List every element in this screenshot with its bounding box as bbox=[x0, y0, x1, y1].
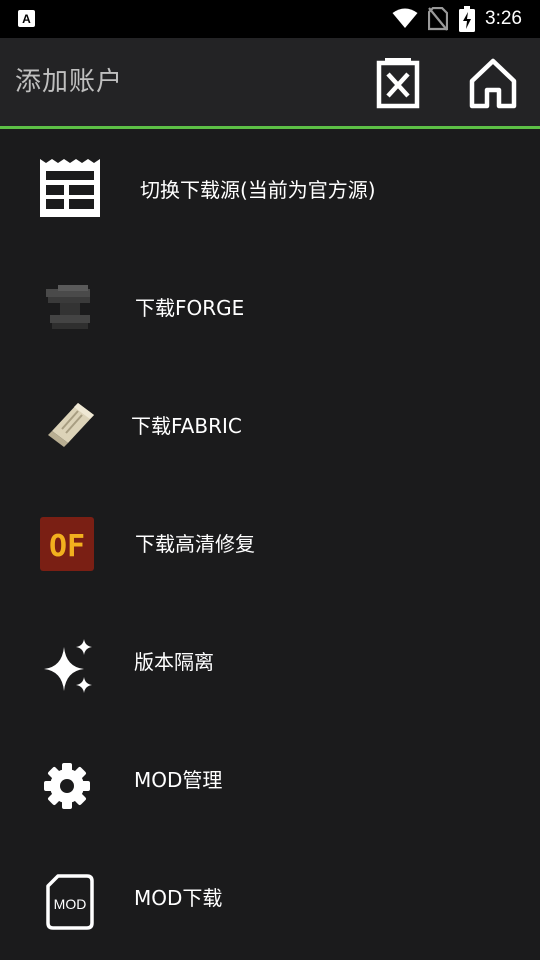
battery-charging-icon bbox=[459, 6, 475, 32]
menu-item-label: 切换下载源(当前为官方源) bbox=[140, 178, 376, 202]
optifine-icon-text: OF bbox=[49, 529, 85, 564]
sparkle-icon bbox=[44, 639, 92, 693]
delete-icon bbox=[376, 58, 420, 109]
menu-item-switch-source[interactable]: 切换下载源(当前为官方源) bbox=[0, 129, 540, 247]
wifi-icon bbox=[392, 8, 418, 28]
menu-item-download-optifine[interactable]: OF 下载高清修复 bbox=[0, 483, 540, 601]
menu-item-label: 版本隔离 bbox=[134, 650, 214, 674]
menu-item-label: MOD下载 bbox=[134, 886, 223, 910]
menu-item-version-isolation[interactable]: 版本隔离 bbox=[0, 601, 540, 719]
menu-item-label: 下载高清修复 bbox=[135, 532, 255, 556]
mod-file-icon: MOD bbox=[46, 874, 94, 930]
news-icon bbox=[40, 159, 100, 217]
mod-file-icon-text: MOD bbox=[54, 896, 87, 912]
status-bar: A 3:26 bbox=[0, 0, 540, 38]
app-bar: 添加账户 bbox=[0, 38, 540, 126]
gear-icon bbox=[44, 763, 90, 809]
menu-item-mod-management[interactable]: MOD管理 bbox=[0, 719, 540, 837]
status-time: 3:26 bbox=[485, 8, 522, 29]
menu-item-download-fabric[interactable]: 下载FABRIC bbox=[0, 365, 540, 483]
delete-button[interactable] bbox=[372, 56, 424, 112]
fabric-scroll-icon bbox=[48, 403, 94, 447]
anvil-icon bbox=[46, 285, 90, 329]
app-icon: A bbox=[18, 10, 35, 27]
menu-item-download-forge[interactable]: 下载FORGE bbox=[0, 247, 540, 365]
home-button[interactable] bbox=[465, 56, 521, 112]
svg-text:A: A bbox=[22, 12, 31, 26]
page-title: 添加账户 bbox=[15, 67, 124, 97]
menu-item-label: MOD管理 bbox=[134, 768, 223, 792]
menu-item-label: 下载FABRIC bbox=[131, 414, 242, 438]
menu-item-label: 下载FORGE bbox=[135, 296, 245, 320]
no-sim-icon bbox=[428, 7, 448, 31]
menu-item-mod-download[interactable]: MOD MOD下载 bbox=[0, 837, 540, 955]
optifine-icon: OF bbox=[40, 517, 94, 571]
home-icon bbox=[469, 58, 517, 109]
